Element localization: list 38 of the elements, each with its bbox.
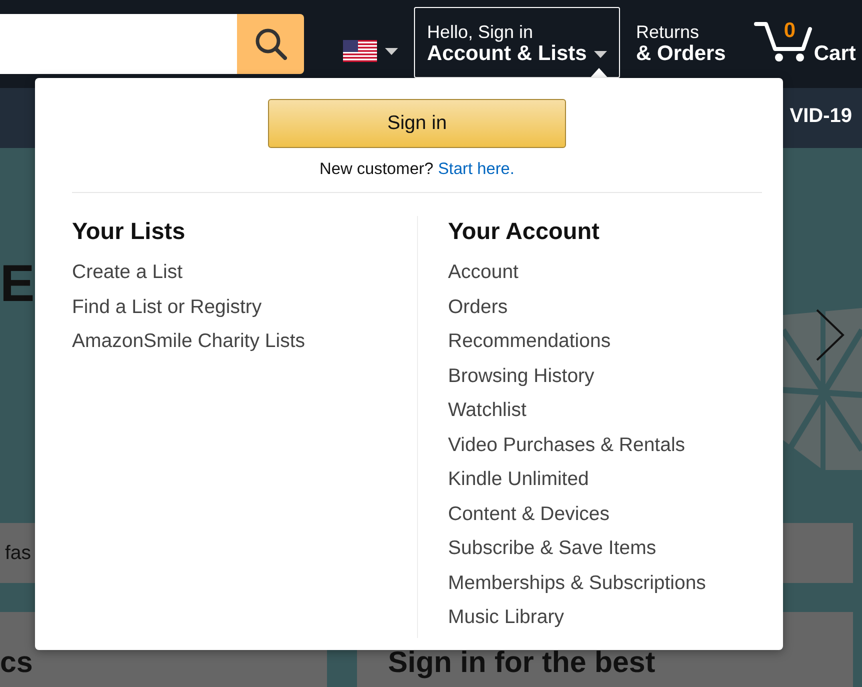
menu-link[interactable]: Browsing History [448, 364, 594, 388]
search-button[interactable] [237, 14, 304, 74]
start-here-link[interactable]: Start here. [438, 160, 514, 178]
chevron-right-icon [815, 308, 845, 362]
menu-link[interactable]: AmazonSmile Charity Lists [72, 329, 305, 353]
caret-icon [385, 48, 398, 54]
menu-link[interactable]: Subscribe & Save Items [448, 536, 656, 560]
menu-link[interactable]: Find a List or Registry [72, 294, 262, 318]
menu-link[interactable]: Orders [448, 294, 508, 318]
new-customer-text: New customer? Start here. [320, 159, 514, 179]
cart-icon [754, 20, 812, 62]
returns-orders-link[interactable]: Returns & Orders [636, 22, 726, 66]
carousel-next-button[interactable] [815, 308, 845, 362]
hero-headline: E [0, 258, 35, 310]
sign-in-button[interactable]: Sign in [268, 99, 566, 148]
card-title: cs [0, 645, 33, 681]
caret-icon [594, 50, 607, 58]
banner-text: fas [5, 541, 32, 565]
search-icon [254, 28, 286, 60]
menu-link[interactable]: Memberships & Subscriptions [448, 570, 706, 594]
cart-count: 0 [784, 20, 796, 42]
menu-link[interactable]: Create a List [72, 260, 183, 284]
menu-link[interactable]: Video Purchases & Rentals [448, 432, 686, 456]
account-lists-button[interactable]: Hello, Sign in Account & Lists [414, 7, 620, 78]
menu-link[interactable]: Kindle Unlimited [448, 467, 589, 491]
section-heading: Your Lists [72, 217, 186, 245]
search-field[interactable] [0, 14, 237, 74]
section-heading: Your Account [448, 217, 600, 245]
card-title: Sign in for the best [388, 645, 656, 681]
menu-link[interactable]: Recommendations [448, 329, 611, 353]
menu-link[interactable]: Music Library [448, 605, 564, 629]
menu-link[interactable]: Content & Devices [448, 502, 610, 526]
menu-link[interactable]: Watchlist [448, 398, 526, 422]
language-button[interactable] [343, 40, 398, 62]
menu-link[interactable]: Account [448, 260, 518, 284]
flag-icon [343, 40, 377, 62]
subnav-link[interactable]: VID-19 [790, 104, 852, 128]
cart-button[interactable]: 0 Cart [754, 20, 856, 66]
